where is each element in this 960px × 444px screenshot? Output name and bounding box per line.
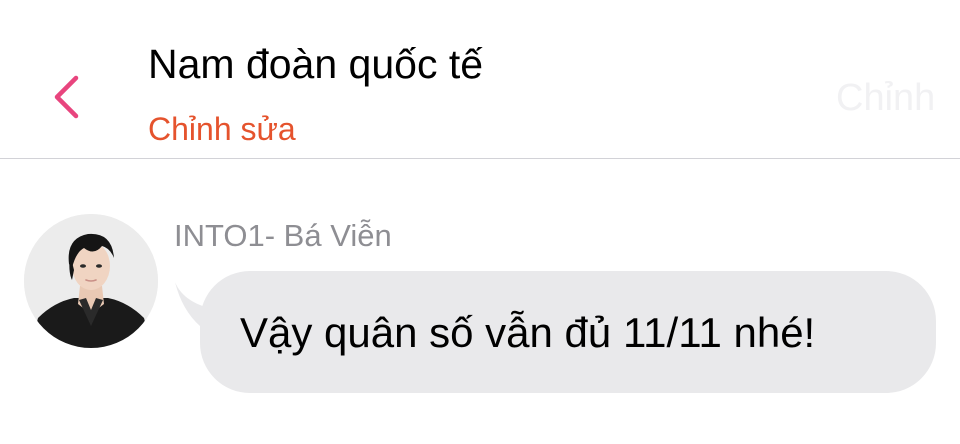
back-button[interactable] <box>40 66 96 126</box>
message-text: Vậy quân số vẫn đủ 11/11 nhé! <box>240 309 816 356</box>
message-bubble[interactable]: Vậy quân số vẫn đủ 11/11 nhé! <box>170 270 940 396</box>
edit-link[interactable]: Chỉnh sửa <box>148 108 296 150</box>
chevron-left-icon <box>54 75 79 119</box>
avatar-photo <box>24 214 158 348</box>
avatar[interactable] <box>24 214 158 348</box>
faded-edit-label: Chỉnh <box>836 77 936 119</box>
sender-name: INTO1- Bá Viễn <box>174 218 392 253</box>
chat-screen: Nam đoàn quốc tế Chỉnh sửa Chỉnh INTO1- … <box>0 0 960 444</box>
bubble-body: Vậy quân số vẫn đủ 11/11 nhé! <box>200 271 936 393</box>
chat-title: Nam đoàn quốc tế <box>148 41 484 87</box>
chat-header: Nam đoàn quốc tế Chỉnh sửa Chỉnh <box>0 0 960 159</box>
